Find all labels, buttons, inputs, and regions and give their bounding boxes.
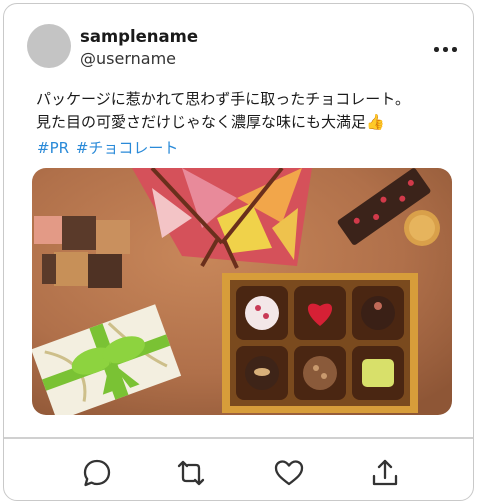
- post-image[interactable]: [32, 168, 452, 415]
- repost-icon: [177, 460, 205, 486]
- share-icon: [372, 459, 398, 486]
- more-options-icon[interactable]: [432, 44, 460, 56]
- post-text-line: 見た目の可愛さだけじゃなく濃厚な味にも大満足👍: [36, 113, 385, 131]
- action-bar-divider: [4, 437, 473, 439]
- post-card: samplename @username パッケージに惹かれて思わず手に取ったチ…: [3, 3, 474, 501]
- hashtag-link[interactable]: #チョコレート: [76, 139, 179, 157]
- reply-button[interactable]: [80, 456, 114, 490]
- bonbon-box: [222, 273, 418, 413]
- avatar[interactable]: [27, 24, 71, 68]
- post-text-line: パッケージに惹かれて思わず手に取ったチョコレート。: [36, 90, 410, 108]
- hashtags: #PR #チョコレート: [37, 137, 180, 158]
- like-button[interactable]: [272, 456, 306, 490]
- chocolate-photo: [32, 168, 452, 415]
- share-button[interactable]: [368, 456, 402, 490]
- display-name[interactable]: samplename: [80, 27, 198, 46]
- comment-icon: [83, 459, 111, 487]
- username-handle[interactable]: @username: [80, 49, 176, 68]
- repost-button[interactable]: [174, 456, 208, 490]
- hashtag-link[interactable]: #PR: [37, 139, 69, 157]
- heart-icon: [274, 460, 304, 486]
- post-text: パッケージに惹かれて思わず手に取ったチョコレート。 見た目の可愛さだけじゃなく濃…: [36, 88, 456, 134]
